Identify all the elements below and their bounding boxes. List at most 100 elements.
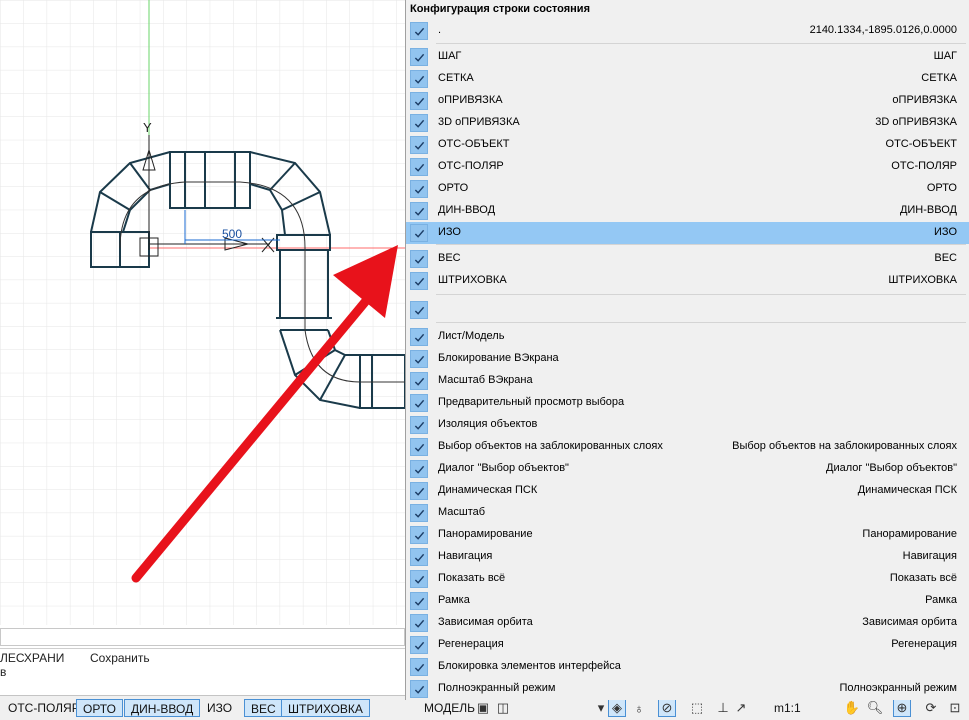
menu-item[interactable]: Регенерация Регенерация [406, 634, 969, 656]
menu-item-label: Панорамирование [438, 528, 533, 540]
menu-item[interactable]: ВЕС ВЕС [406, 248, 969, 270]
menu-item-checkbox[interactable] [410, 350, 428, 368]
layout-icon[interactable]: ▣ [474, 699, 492, 717]
check-icon [414, 421, 424, 430]
menu-item-checkbox[interactable] [410, 372, 428, 390]
menu-item-checkbox[interactable] [410, 592, 428, 610]
menu-item-checkbox[interactable] [410, 680, 428, 698]
menu-item[interactable]: ОТС-ОБЪЕКТ ОТС-ОБЪЕКТ [406, 134, 969, 156]
menu-separator [436, 43, 966, 44]
menu-item[interactable]: ШТРИХОВКА ШТРИХОВКА [406, 270, 969, 292]
menu-item[interactable]: Масштаб ВЭкрана [406, 370, 969, 392]
menu-item[interactable]: ДИН-ВВОД ДИН-ВВОД [406, 200, 969, 222]
shtrihovka-toggle[interactable]: ШТРИХОВКА [281, 699, 370, 717]
menu-item[interactable]: 3D оПРИВЯЗКА 3D оПРИВЯЗКА [406, 112, 969, 134]
lightbulb-icon[interactable]: ♁ [630, 699, 648, 717]
hand-icon[interactable]: ✋ [843, 699, 861, 717]
menu-item[interactable]: Показать всё Показать всё [406, 568, 969, 590]
scale-readout[interactable]: m1:1 [768, 699, 807, 717]
menu-item-value: ОТС-ОБЪЕКТ [885, 138, 957, 150]
menu-item[interactable]: Блокировка элементов интерфейса [406, 656, 969, 678]
menu-item-checkbox[interactable] [410, 504, 428, 522]
menu-item[interactable]: Динамическая ПСК Динамическая ПСК [406, 480, 969, 502]
zoom-icon[interactable]: 🔍︎ [866, 699, 884, 717]
menu-item[interactable]: Рамка Рамка [406, 590, 969, 612]
ucs-icon-status[interactable]: ⊥ [714, 699, 732, 717]
menu-item-checkbox[interactable] [410, 394, 428, 412]
menu-item-checkbox[interactable] [410, 250, 428, 268]
menu-item-checkbox[interactable] [410, 272, 428, 290]
zoom-window-icon[interactable]: ⊕ [893, 699, 911, 717]
din-vvod-toggle[interactable]: ДИН-ВВОД [124, 699, 201, 717]
menu-item-checkbox[interactable] [410, 548, 428, 566]
menu-item[interactable]: Навигация Навигация [406, 546, 969, 568]
menu-item[interactable]: Изоляция объектов [406, 414, 969, 436]
menu-item[interactable]: Лист/Модель [406, 326, 969, 348]
menu-item-checkbox[interactable] [410, 180, 428, 198]
menu-item-checkbox[interactable] [410, 570, 428, 588]
menu-item-checkbox[interactable] [410, 416, 428, 434]
menu-item[interactable]: ШАГ ШАГ [406, 46, 969, 68]
history-text-1: ЛЕСХРАНИ [0, 651, 65, 665]
menu-item-checkbox[interactable] [410, 526, 428, 544]
orto-toggle[interactable]: ОРТО [76, 699, 123, 717]
menu-item-checkbox[interactable] [410, 460, 428, 478]
menu-separator [436, 322, 966, 323]
menu-item-checkbox[interactable] [410, 48, 428, 66]
menu-item[interactable]: Полноэкранный режим Полноэкранный режим [406, 678, 969, 700]
menu-item[interactable]: Зависимая орбита Зависимая орбита [406, 612, 969, 634]
menu-item[interactable]: ОРТО ОРТО [406, 178, 969, 200]
menu-item-value: ВЕС [934, 252, 957, 264]
command-history: ЛЕСХРАНИ Сохранить в [0, 648, 405, 689]
menu-item-checkbox[interactable] [410, 328, 428, 346]
ves-toggle[interactable]: ВЕС [244, 699, 283, 717]
menu-item-checkbox[interactable] [410, 658, 428, 676]
menu-item-value: 2140.1334,-1895.0126,0.0000 [809, 24, 957, 36]
menu-item-value: 3D оПРИВЯЗКА [875, 116, 957, 128]
izo-toggle[interactable]: ИЗО [201, 699, 238, 717]
select-objects-icon[interactable]: ⬚ [688, 699, 706, 717]
menu-item[interactable]: ОТС-ПОЛЯР ОТС-ПОЛЯР [406, 156, 969, 178]
menu-item-checkbox[interactable] [410, 92, 428, 110]
locked-layer-icon[interactable]: ⊘ [658, 699, 676, 717]
menu-item[interactable]: Панорамирование Панорамирование [406, 524, 969, 546]
menu-item-checkbox[interactable] [410, 70, 428, 88]
menu-item[interactable]: Блокирование ВЭкрана [406, 348, 969, 370]
menu-item[interactable] [406, 299, 969, 321]
selection-preview-icon[interactable]: ◈ [608, 699, 626, 717]
check-icon [414, 465, 424, 474]
menu-item[interactable]: Предварительный просмотр выбора [406, 392, 969, 414]
menu-item[interactable]: Масштаб [406, 502, 969, 524]
menu-item-checkbox[interactable] [410, 301, 428, 319]
menu-item-checkbox[interactable] [410, 614, 428, 632]
menu-item-checkbox[interactable] [410, 136, 428, 154]
menu-item-checkbox[interactable] [410, 438, 428, 456]
menu-item-checkbox[interactable] [410, 482, 428, 500]
check-icon [414, 255, 424, 264]
menu-item-value: Навигация [902, 550, 957, 562]
menu-item-checkbox[interactable] [410, 114, 428, 132]
menu-item-label: Зависимая орбита [438, 616, 533, 628]
menu-item[interactable]: оПРИВЯЗКА оПРИВЯЗКА [406, 90, 969, 112]
menu-item-value: оПРИВЯЗКА [892, 94, 957, 106]
otc-polar-toggle[interactable]: ОТС-ПОЛЯР [2, 699, 86, 717]
menu-item[interactable]: Диалог "Выбор объектов" Диалог "Выбор объ… [406, 458, 969, 480]
check-icon [414, 663, 424, 672]
menu-item[interactable]: . 2140.1334,-1895.0126,0.0000 [406, 20, 969, 42]
menu-item-checkbox[interactable] [410, 22, 428, 40]
viewport-icon[interactable]: ◫ [494, 699, 512, 717]
model-toggle[interactable]: МОДЕЛЬ [418, 699, 481, 717]
menu-item[interactable]: СЕТКА СЕТКА [406, 68, 969, 90]
menu-item-checkbox[interactable] [410, 158, 428, 176]
menu-item-checkbox[interactable] [410, 224, 428, 242]
command-line-input[interactable] [0, 628, 405, 646]
menu-item[interactable]: Выбор объектов на заблокированных слоях В… [406, 436, 969, 458]
orbit-icon[interactable]: ⟳ [922, 699, 940, 717]
fullscreen-icon[interactable]: ⊡ [946, 699, 964, 717]
menu-item-checkbox[interactable] [410, 636, 428, 654]
menu-item[interactable]: ИЗО ИЗО [406, 222, 969, 244]
check-icon [414, 207, 424, 216]
menu-item-label: оПРИВЯЗКА [438, 94, 503, 106]
scale-icon[interactable]: ↗ [732, 699, 750, 717]
menu-item-checkbox[interactable] [410, 202, 428, 220]
